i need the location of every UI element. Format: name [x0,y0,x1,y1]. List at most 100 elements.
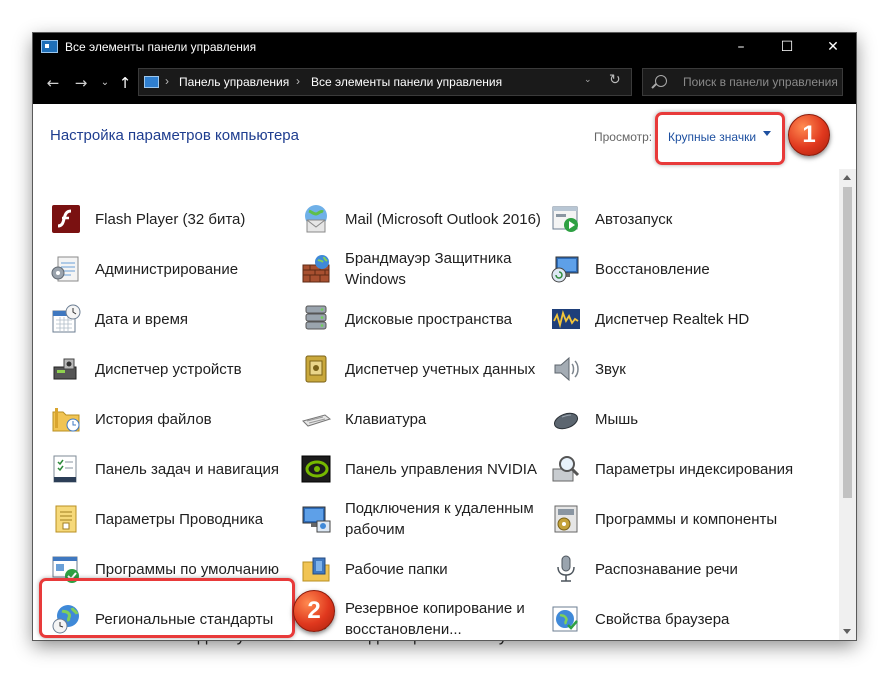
refresh-icon[interactable]: ↻ [609,72,621,88]
item-label: Резервное копирование и восстановлени... [345,600,525,638]
nvidia-icon [301,455,331,483]
remote-desktop-icon [302,506,331,533]
item-label: Администрирование [95,260,239,278]
view-by-label: Просмотр: [594,130,653,144]
scroll-up-icon[interactable] [843,175,851,180]
taskbar-icon [53,455,77,483]
item-mouse[interactable]: Мышь [550,397,795,441]
vertical-scrollbar[interactable] [839,169,856,640]
control-panel-icon [144,76,159,88]
up-button[interactable]: ↑ [115,73,135,93]
maximize-button[interactable]: ☐ [764,33,810,62]
item-taskbar-navigation[interactable]: Панель задач и навигация [50,447,295,491]
item-date-time[interactable]: Дата и время [50,297,295,341]
item-label: Mail (Microsoft Outlook 2016) [345,210,541,228]
file-history-icon [52,408,80,432]
content-area: Настройка параметров компьютера Просмотр… [33,104,856,640]
title-bar: Все элементы панели управления – ☐ ✕ [33,33,856,62]
breadcrumb-all-items[interactable]: Все элементы панели управления [311,75,502,89]
item-sound[interactable]: Звук [550,347,795,391]
callout-view-by [655,112,785,165]
breadcrumb-control-panel[interactable]: Панель управления [179,75,289,89]
item-recovery[interactable]: Восстановление [550,247,795,291]
item-work-folders[interactable]: Рабочие папки [300,547,545,591]
recovery-icon [551,256,579,283]
firewall-icon [302,255,330,283]
minimize-button[interactable]: – [718,33,764,62]
item-programs-features[interactable]: Программы и компоненты [550,497,795,541]
item-label: Диспетчер Realtek HD [595,310,750,328]
item-remote-desktop[interactable]: Подключения к удаленным рабочим [300,497,545,541]
item-label: Программы и компоненты [595,510,778,528]
keyboard-icon [302,414,332,427]
date-time-icon [52,304,81,333]
item-label: История файлов [95,410,212,428]
mouse-icon [553,412,579,430]
item-label: Параметры индексирования [595,460,794,478]
item-storage-spaces[interactable]: Дисковые пространства [300,297,545,341]
forward-button[interactable]: → [71,73,91,93]
callout-number-badge: 2 [293,590,335,632]
item-explorer-options[interactable]: Параметры Проводника [50,497,295,541]
item-label: Брандмауэр Защитника Windows [345,250,512,288]
item-flash-player[interactable]: Flash Player (32 бита) [50,197,295,241]
item-label: Диспетчер учетных данных [345,360,536,378]
back-button[interactable]: ← [43,73,63,93]
internet-options-icon [552,606,578,632]
item-device-manager[interactable]: Диспетчер устройств [50,347,295,391]
speech-recognition-icon [557,555,575,582]
item-label: Flash Player (32 бита) [95,210,246,228]
item-mail[interactable]: Mail (Microsoft Outlook 2016) [300,197,545,241]
search-icon [655,75,667,87]
item-label: Свойства браузера [595,610,730,628]
address-bar[interactable]: › Панель управления › Все элементы панел… [138,68,632,96]
item-credential-manager[interactable]: Диспетчер учетных данных [300,347,545,391]
item-firewall[interactable]: Брандмауэр Защитника Windows [300,247,545,291]
indexing-icon [552,456,580,482]
item-backup[interactable]: Резервное копирование и восстановлени... [300,597,545,640]
work-folders-icon [302,557,330,582]
navigation-bar: ← → ⌄ ↑ › Панель управления › Все элемен… [33,62,856,104]
item-label: Параметры Проводника [95,510,264,528]
search-box[interactable]: Поиск в панели управления [642,68,843,96]
sound-icon [554,356,579,382]
realtek-icon [552,309,580,329]
item-label: Клавиатура [345,410,427,428]
item-nvidia[interactable]: Панель управления NVIDIA [300,447,545,491]
item-speech-recognition[interactable]: Распознавание речи [550,547,795,591]
recent-locations-button[interactable]: ⌄ [95,73,115,93]
administrative-tools-icon [51,256,79,282]
item-autoplay[interactable]: Автозапуск [550,197,795,241]
window-title: Все элементы панели управления [65,40,257,54]
programs-features-icon [554,505,578,533]
callout-region [39,578,295,638]
item-administrative-tools[interactable]: Администрирование [50,247,295,291]
scrollbar-thumb[interactable] [843,187,852,498]
control-panel-icon [41,40,58,53]
item-internet-options[interactable]: Свойства браузера [550,597,795,640]
item-label: Рабочие папки [345,560,448,578]
item-keyboard[interactable]: Клавиатура [300,397,545,441]
item-file-history[interactable]: История файлов [50,397,295,441]
search-placeholder: Поиск в панели управления [683,75,838,89]
mail-icon [305,205,327,233]
callout-number-badge: 1 [788,114,830,156]
scroll-down-icon[interactable] [843,629,851,634]
item-label: Звук [595,360,626,378]
item-label: Подключения к удаленным рабочим [345,500,534,538]
item-label: Панель управления NVIDIA [345,460,537,478]
item-label: Автозапуск [595,210,673,228]
item-label: Дата и время [95,310,189,328]
page-title: Настройка параметров компьютера [50,127,299,144]
item-indexing[interactable]: Параметры индексирования [550,447,795,491]
item-realtek[interactable]: Диспетчер Realtek HD [550,297,795,341]
breadcrumb-separator: › [165,74,169,88]
device-manager-icon [53,358,77,380]
item-label: Панель задач и навигация [95,460,280,478]
close-button[interactable]: ✕ [810,33,856,62]
explorer-options-icon [55,505,77,533]
item-label: Распознавание речи [595,560,738,578]
breadcrumb-separator: › [296,74,300,88]
flash-player-icon [52,205,80,233]
address-dropdown-icon[interactable]: ⌄ [584,74,592,85]
